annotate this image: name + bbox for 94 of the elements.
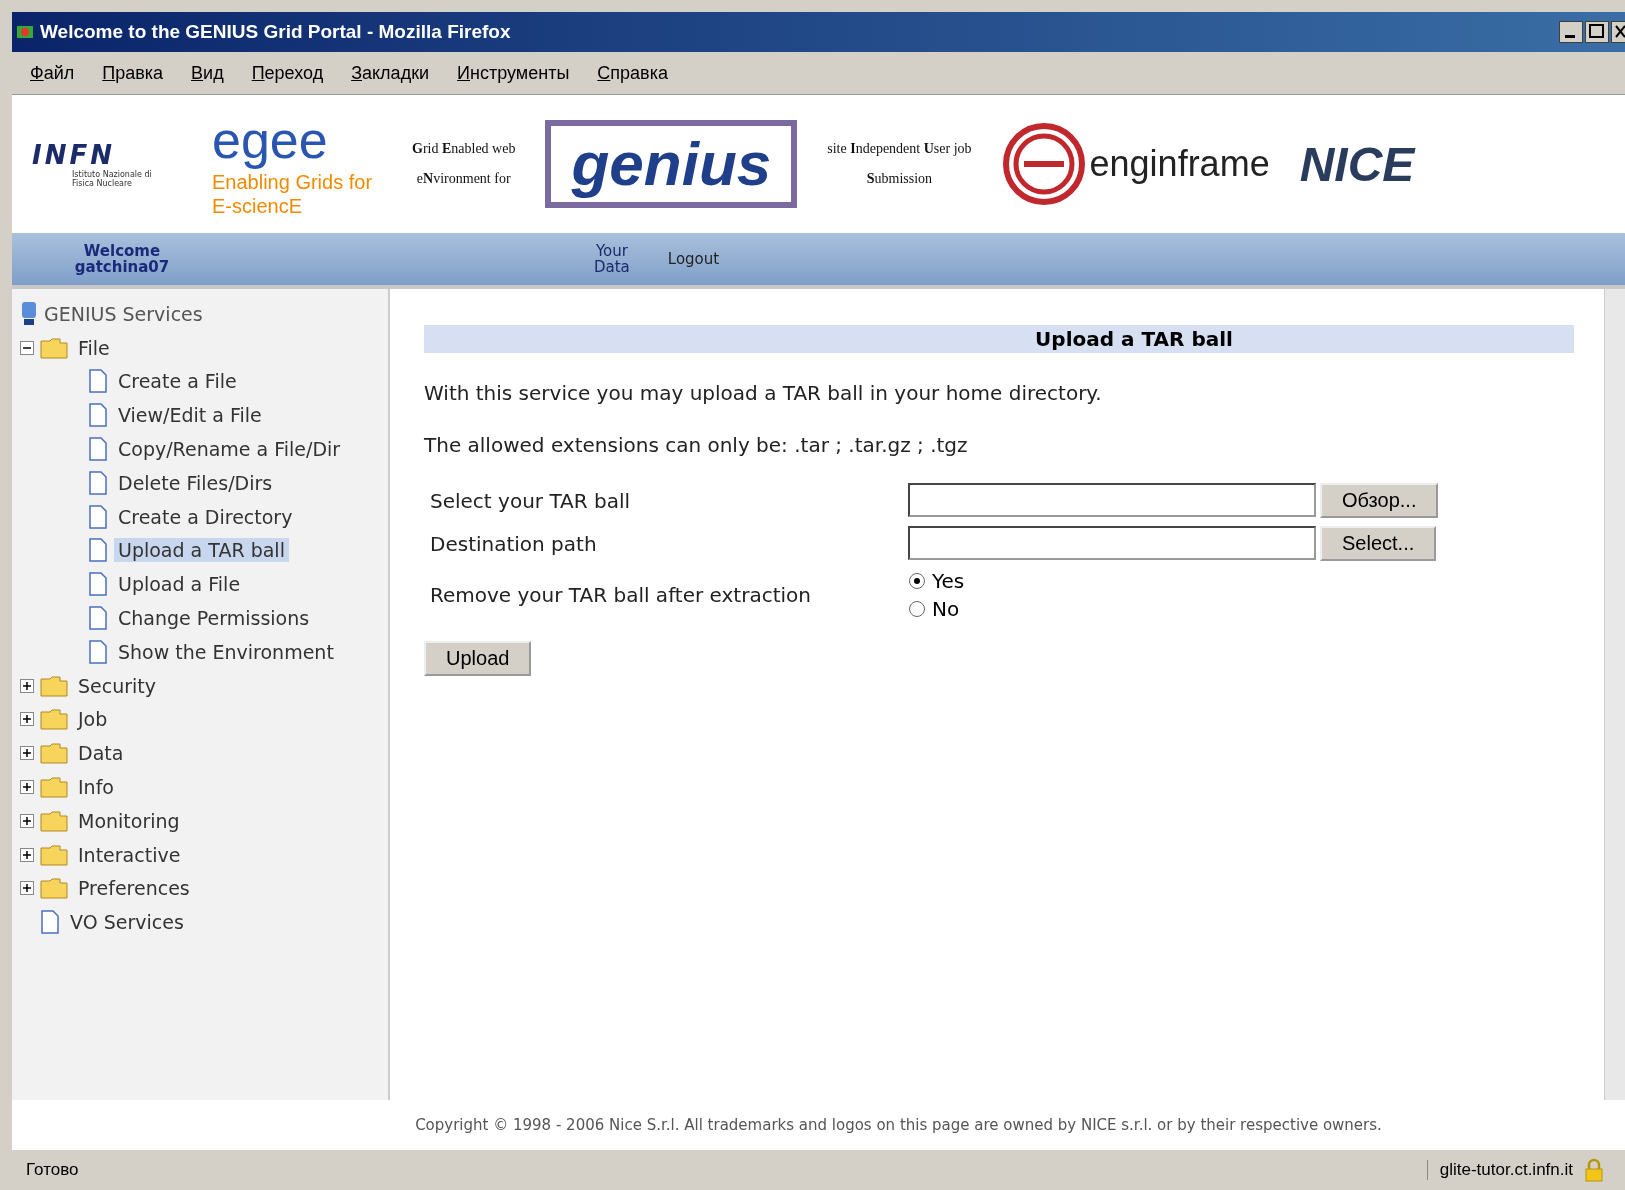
tree-item[interactable]: Create a Directory (114, 504, 297, 529)
folder-icon (40, 336, 68, 359)
app-icon (16, 23, 34, 41)
menu-item[interactable]: Переход (251, 62, 324, 84)
tree-item[interactable]: Show the Environment (114, 639, 338, 664)
menu-item[interactable]: Справка (597, 62, 668, 84)
tree-item[interactable]: Delete Files/Dirs (114, 470, 277, 495)
nice-logo-text: NICE (1299, 136, 1415, 192)
menu-item[interactable]: Вид (191, 62, 224, 84)
expander-icon[interactable] (20, 746, 34, 761)
close-icon[interactable] (1611, 21, 1625, 43)
user-name: gatchina07 (74, 259, 170, 275)
tree-item[interactable]: Change Permissions (114, 606, 314, 631)
genius-logo-text: genius (545, 120, 798, 208)
field-label: Destination path (429, 531, 598, 556)
page-icon (88, 403, 108, 428)
description-text: With this service you may upload a TAR ball in your home directory. (424, 381, 1103, 405)
description-text: The allowed extensions can only be: .tar ; .tar.gz ; .tgz (424, 433, 969, 457)
folder-icon (40, 877, 68, 900)
expander-icon[interactable] (20, 780, 34, 795)
acronym-text: eNvironment for (416, 171, 511, 187)
tree-item[interactable]: VO Services (66, 910, 188, 935)
browse-button[interactable]: Select... (1320, 526, 1437, 561)
tree-item[interactable]: Create a File (114, 369, 241, 394)
section-heading: Upload a TAR ball (424, 325, 1574, 353)
expander-icon[interactable] (20, 712, 34, 727)
acronym-text: Submission (866, 171, 933, 187)
tree-item[interactable]: Upload a TAR ball (114, 538, 289, 563)
infn-subtitle: Istituto Nazionale di Fisica Nucleare (71, 170, 153, 188)
tree-item[interactable]: Copy/Rename a File/Dir (114, 437, 345, 462)
expander-icon[interactable] (20, 813, 34, 828)
page-icon (88, 606, 108, 631)
page-icon (88, 504, 108, 529)
enginframe-logo-text: enginframe (1089, 143, 1270, 185)
tree-item[interactable]: Monitoring (74, 808, 184, 833)
window-title: Welcome to the GENIUS Grid Portal - Mozilla Firefox (40, 21, 512, 43)
menu-item[interactable]: Правка (102, 62, 164, 84)
folder-icon (40, 776, 68, 799)
page-icon (88, 639, 108, 664)
lock-icon (1583, 1158, 1605, 1182)
folder-icon (40, 843, 68, 866)
radio-label: No (932, 597, 960, 621)
folder-icon (40, 742, 68, 765)
tree-item[interactable]: Preferences (74, 876, 194, 901)
page-icon (88, 437, 108, 462)
circle-logo-icon (1001, 122, 1086, 206)
egee-logo-text: egee (212, 110, 328, 170)
tree-item[interactable]: Interactive (74, 842, 185, 867)
menu-item[interactable]: Инструменты (457, 62, 570, 84)
tree-item[interactable]: Data (74, 741, 128, 766)
tree-item[interactable]: Job (74, 707, 112, 732)
welcome-label: Welcome (83, 243, 161, 259)
tree-root-label: GENIUS Services (44, 302, 203, 325)
upload-button[interactable]: Upload (424, 641, 532, 676)
folder-icon (40, 674, 68, 697)
expander-icon[interactable] (20, 340, 34, 355)
maximize-icon[interactable] (1585, 21, 1609, 43)
tree-item[interactable]: Upload a File (114, 572, 245, 597)
tree-item[interactable]: Info (74, 775, 118, 800)
radio-button[interactable] (908, 600, 926, 618)
radio-label: Yes (932, 569, 965, 593)
status-text: Готово (26, 1160, 80, 1180)
menu-item[interactable]: Закладки (351, 62, 430, 84)
tree-item[interactable]: View/Edit a File (114, 403, 266, 428)
field-label: Remove your TAR ball after extraction (429, 583, 812, 607)
expander-icon[interactable] (20, 847, 34, 862)
page-icon (88, 369, 108, 394)
status-host: glite-tutor.ct.infn.it (1426, 1160, 1573, 1180)
nav-link[interactable]: Your Data (594, 243, 630, 275)
input-field[interactable] (908, 483, 1316, 517)
scrollbar[interactable] (1604, 289, 1625, 1100)
folder-icon (40, 708, 68, 731)
input-field[interactable] (908, 526, 1316, 560)
tree-item[interactable]: Security (74, 673, 161, 698)
acronym-text: Grid Enabled web (412, 141, 516, 157)
radio-button[interactable] (908, 572, 926, 590)
menu-item[interactable]: Файл (30, 62, 75, 84)
tree-item[interactable]: File (74, 335, 114, 360)
computer-icon (20, 300, 38, 327)
page-icon (88, 470, 108, 495)
field-label: Select your TAR ball (429, 488, 632, 513)
acronym-text: site Independent User job (827, 141, 972, 157)
infn-logo-text: INFN (32, 140, 116, 170)
expander-icon[interactable] (20, 881, 34, 896)
minimize-icon[interactable] (1559, 21, 1583, 43)
page-icon (40, 910, 60, 935)
egee-subtitle: Enabling Grids for E-sciencE (212, 170, 374, 218)
browse-button[interactable]: Обзор... (1320, 483, 1439, 518)
page-icon (88, 572, 108, 597)
expander-icon[interactable] (20, 678, 34, 693)
folder-icon (40, 809, 68, 832)
page-icon (88, 538, 108, 563)
nav-link[interactable]: Logout (667, 251, 720, 267)
copyright-text: Copyright © 1998 - 2006 Nice S.r.l. All trademarks and logos on this page are owned by NICE s.r.l. or by their respective owners. (12, 1100, 1625, 1150)
